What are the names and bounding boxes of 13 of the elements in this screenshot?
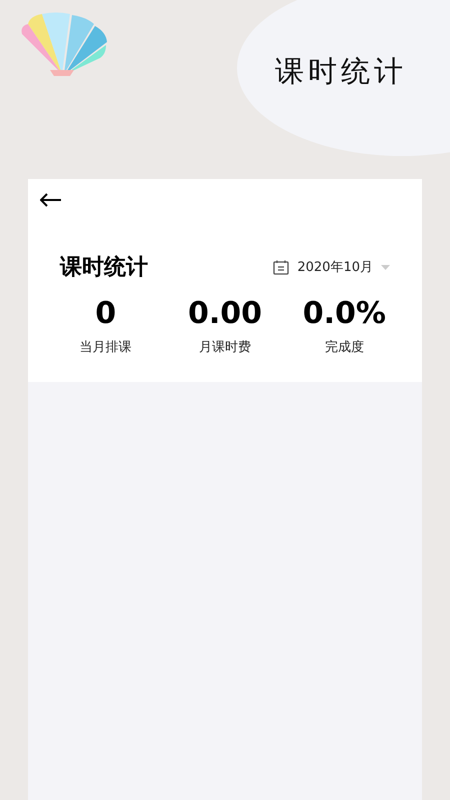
dropdown-caret-icon <box>381 265 390 270</box>
stat-value: 0.00 <box>188 295 262 333</box>
section-title: 课时统计 <box>60 254 148 282</box>
page-title: 课时统计 <box>275 53 407 90</box>
shell-logo-icon <box>20 12 110 76</box>
back-arrow-icon[interactable] <box>40 193 62 207</box>
month-picker[interactable]: 2020年10月 <box>273 258 390 278</box>
stat-label: 月课时费 <box>198 339 251 357</box>
stat-label: 完成度 <box>324 339 364 357</box>
stat-label: 当月排课 <box>80 339 132 357</box>
stat-value: 0 <box>95 295 116 333</box>
stat-value: 0.0% <box>302 295 386 333</box>
calendar-icon <box>273 260 290 275</box>
